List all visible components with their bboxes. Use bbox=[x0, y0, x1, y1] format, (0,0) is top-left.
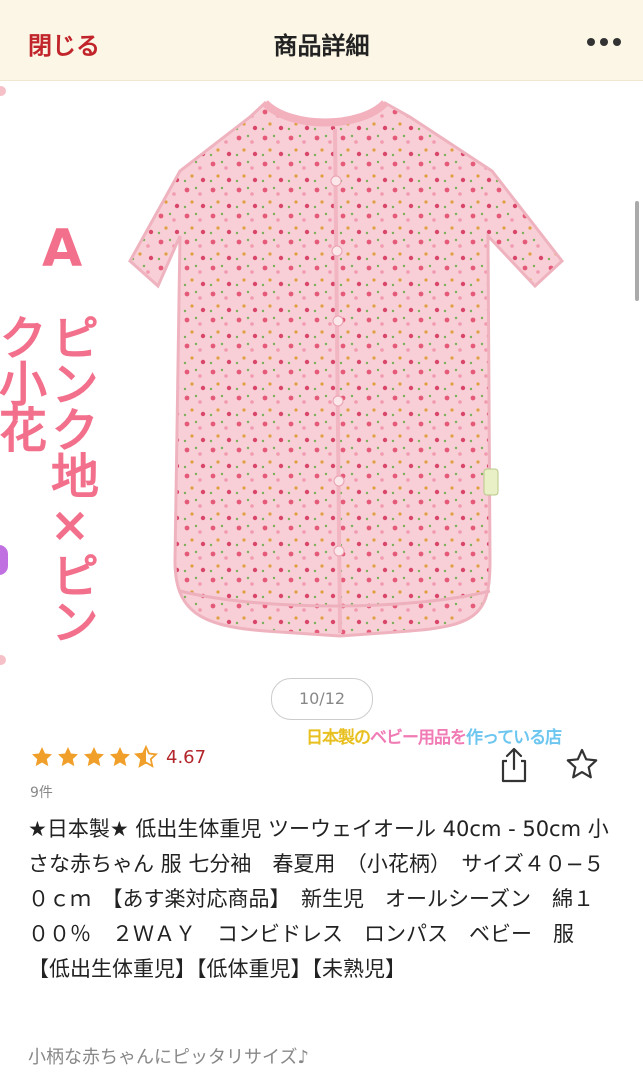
rating-score: 4.67 bbox=[166, 746, 207, 768]
star-full-icon bbox=[32, 747, 52, 767]
rating-stars bbox=[30, 745, 158, 769]
star-full-icon bbox=[84, 747, 104, 767]
star-half-icon bbox=[134, 745, 158, 768]
share-icon[interactable] bbox=[496, 745, 532, 785]
favorite-star-icon[interactable] bbox=[564, 745, 600, 785]
variant-letter: A bbox=[42, 219, 83, 279]
variant-color-label: ピンク地×ピンク小花 bbox=[0, 313, 98, 643]
top-bar: 閉じる 商品詳細 bbox=[0, 0, 643, 81]
shop-tagline-part1: 日本製の bbox=[306, 728, 371, 748]
review-count[interactable]: 9件 bbox=[30, 782, 53, 802]
product-image-gallery[interactable]: A ピンク地×ピンク小花 日本製のベビー用品を作っている店 bbox=[0, 81, 643, 748]
image-pager: 10/12 bbox=[271, 678, 373, 720]
product-catchcopy: 小柄な赤ちゃんにピッタリサイズ♪ bbox=[28, 1047, 309, 1068]
product-title: ★日本製★ 低出生体重児 ツーウェイオール 40cm - 50cm 小さな赤ちゃ… bbox=[28, 817, 609, 981]
star-full-icon bbox=[110, 747, 130, 767]
star-full-icon bbox=[58, 747, 78, 767]
rating-summary[interactable]: 4.67 bbox=[30, 745, 206, 769]
page-title: 商品詳細 bbox=[273, 32, 370, 60]
more-options-icon[interactable] bbox=[587, 38, 621, 46]
image-scrollbar[interactable] bbox=[635, 201, 639, 301]
shop-tagline-part2: ベビー用品を bbox=[370, 728, 467, 748]
